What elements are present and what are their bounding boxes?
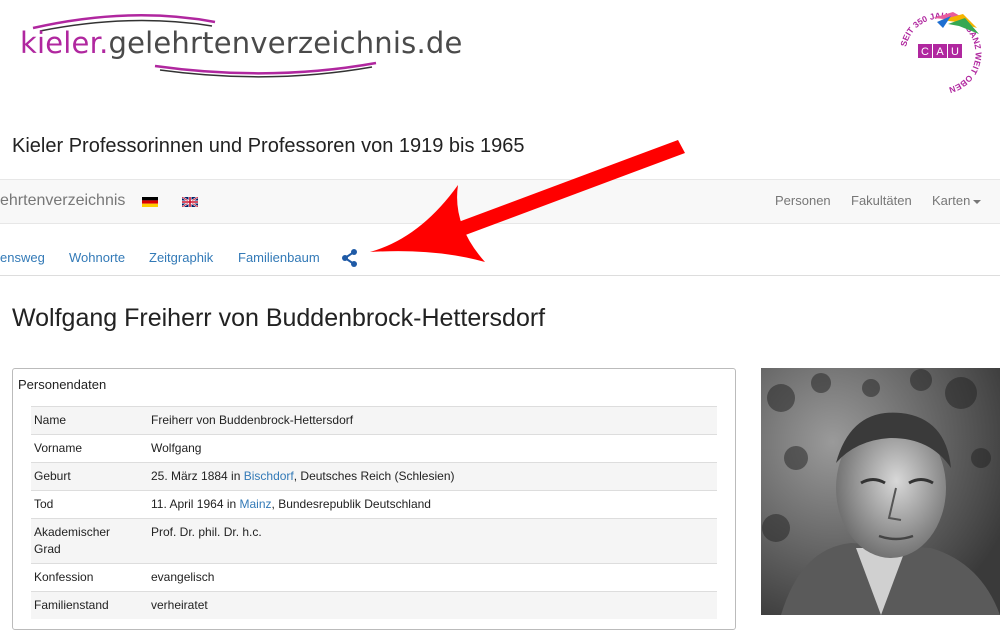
personendaten-panel: Personendaten Name Freiherr von Buddenbr… (12, 368, 736, 630)
table-row: Konfession evangelisch (31, 563, 717, 592)
navbar-brand[interactable]: ehrtenverzeichnis (0, 192, 125, 210)
person-data-table: Name Freiherr von Buddenbrock-Hettersdor… (31, 406, 717, 619)
caret-down-icon (973, 199, 982, 204)
row-value: evangelisch (148, 563, 717, 592)
nav-fakultaeten[interactable]: Fakultäten (851, 193, 912, 208)
svg-text:A: A (936, 46, 944, 58)
nav-personen[interactable]: Personen (775, 193, 831, 208)
portrait-photo (761, 368, 1000, 615)
nav-karten-dropdown[interactable]: Karten (932, 193, 982, 208)
row-key: Geburt (31, 462, 148, 491)
row-value: Wolfgang (148, 434, 717, 463)
tab-zeitgraphik[interactable]: Zeitgraphik (149, 250, 213, 265)
logo-text: kieler.gelehrtenverzeichnis.de (20, 26, 463, 60)
row-value: 11. April 1964 in Mainz, Bundesrepublik … (148, 490, 717, 519)
table-row: Geburt 25. März 1884 in Bischdorf, Deuts… (31, 462, 717, 491)
row-key: Akademischer Grad (31, 518, 148, 564)
svg-text:C: C (921, 46, 929, 58)
row-value: Prof. Dr. phil. Dr. h.c. (148, 518, 717, 564)
tab-familienbaum[interactable]: Familienbaum (238, 250, 320, 265)
flag-gb-icon[interactable] (182, 197, 198, 207)
panel-title: Personendaten (18, 377, 107, 392)
tab-wohnorte[interactable]: Wohnorte (69, 250, 125, 265)
svg-text:U: U (951, 46, 959, 58)
person-name-heading: Wolfgang Freiherr von Buddenbrock-Hetter… (12, 304, 546, 332)
row-key: Vorname (31, 434, 148, 463)
deathplace-link[interactable]: Mainz (240, 497, 272, 511)
table-row: Akademischer Grad Prof. Dr. phil. Dr. h.… (31, 518, 717, 564)
table-row: Name Freiherr von Buddenbrock-Hettersdor… (31, 406, 717, 435)
site-logo[interactable]: kieler.gelehrtenverzeichnis.de (0, 0, 462, 82)
tab-lebensweg[interactable]: ensweg (0, 250, 45, 265)
red-arrow-annotation (370, 140, 685, 262)
flag-de-icon[interactable] (142, 197, 158, 207)
table-row: Vorname Wolfgang (31, 434, 717, 463)
row-key: Name (31, 406, 148, 435)
cau-seal-logo[interactable]: SEIT 350 JAHREN GANZ WEIT OBEN C A U (893, 6, 988, 101)
birthplace-link[interactable]: Bischdorf (244, 469, 294, 483)
row-key: Konfession (31, 563, 148, 592)
table-row: Tod 11. April 1964 in Mainz, Bundesrepub… (31, 490, 717, 519)
row-value: Freiherr von Buddenbrock-Hettersdorf (148, 406, 717, 435)
row-value: 25. März 1884 in Bischdorf, Deutsches Re… (148, 462, 717, 491)
row-key: Tod (31, 490, 148, 519)
